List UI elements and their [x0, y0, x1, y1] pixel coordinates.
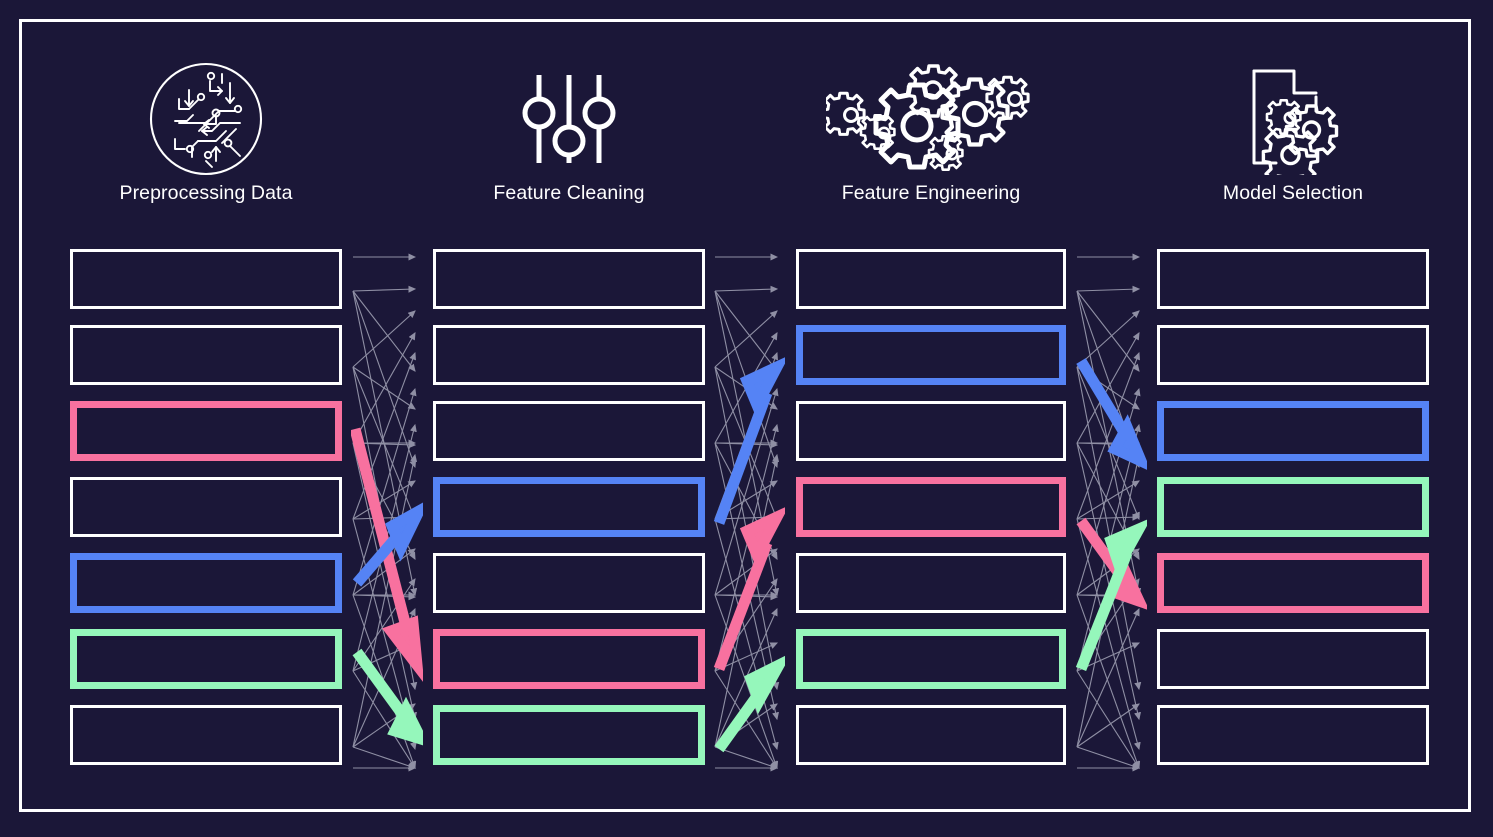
column-preprocessing-data: Preprocessing Data: [70, 60, 342, 765]
node-box[interactable]: [70, 705, 342, 765]
box-list-feature-cleaning: [433, 249, 705, 781]
box-list-feature-engineering: [796, 249, 1066, 781]
node-box[interactable]: [796, 401, 1066, 461]
box-list-preprocessing-data: [70, 249, 342, 781]
node-box[interactable]: [1157, 325, 1429, 385]
node-box-highlight-blue[interactable]: [70, 553, 342, 613]
node-box-highlight-green[interactable]: [433, 705, 705, 765]
connector-mesh-3: [1075, 249, 1147, 776]
node-box[interactable]: [433, 249, 705, 309]
node-box[interactable]: [433, 553, 705, 613]
flow-arrow-green: [714, 655, 785, 753]
column-title-feature-engineering: Feature Engineering: [841, 182, 1021, 204]
pipeline-diagram: Preprocessing Data Feature Cleaning Feat…: [0, 0, 1493, 837]
node-box-highlight-blue[interactable]: [433, 477, 705, 537]
node-box[interactable]: [1157, 249, 1429, 309]
node-box[interactable]: [796, 705, 1066, 765]
column-title-preprocessing-data: Preprocessing Data: [119, 182, 293, 204]
node-box-highlight-blue[interactable]: [1157, 401, 1429, 461]
node-box[interactable]: [1157, 629, 1429, 689]
node-box[interactable]: [433, 325, 705, 385]
document-with-gears-icon: [1157, 60, 1429, 178]
column-title-model-selection: Model Selection: [1222, 182, 1364, 204]
gears-cluster-icon: [796, 60, 1066, 178]
node-box[interactable]: [796, 553, 1066, 613]
circuit-board-circle-icon: [70, 60, 342, 178]
box-list-model-selection: [1157, 249, 1429, 781]
column-feature-engineering: Feature Engineering: [796, 60, 1066, 765]
connector-mesh-1: [351, 249, 423, 776]
column-model-selection: Model Selection: [1157, 60, 1429, 765]
node-box-highlight-green[interactable]: [796, 629, 1066, 689]
column-feature-cleaning: Feature Cleaning: [433, 60, 705, 765]
node-box[interactable]: [433, 401, 705, 461]
column-title-feature-cleaning: Feature Cleaning: [493, 182, 645, 204]
node-box[interactable]: [70, 249, 342, 309]
node-box[interactable]: [796, 249, 1066, 309]
node-box-highlight-green[interactable]: [1157, 477, 1429, 537]
node-box[interactable]: [70, 477, 342, 537]
node-box-highlight-pink[interactable]: [796, 477, 1066, 537]
sliders-equalizer-icon: [433, 60, 705, 178]
connector-mesh-2: [713, 249, 785, 776]
node-box-highlight-blue[interactable]: [796, 325, 1066, 385]
node-box-highlight-pink[interactable]: [70, 401, 342, 461]
node-box-highlight-pink[interactable]: [433, 629, 705, 689]
node-box-highlight-green[interactable]: [70, 629, 342, 689]
node-box[interactable]: [70, 325, 342, 385]
node-box[interactable]: [1157, 705, 1429, 765]
node-box-highlight-pink[interactable]: [1157, 553, 1429, 613]
